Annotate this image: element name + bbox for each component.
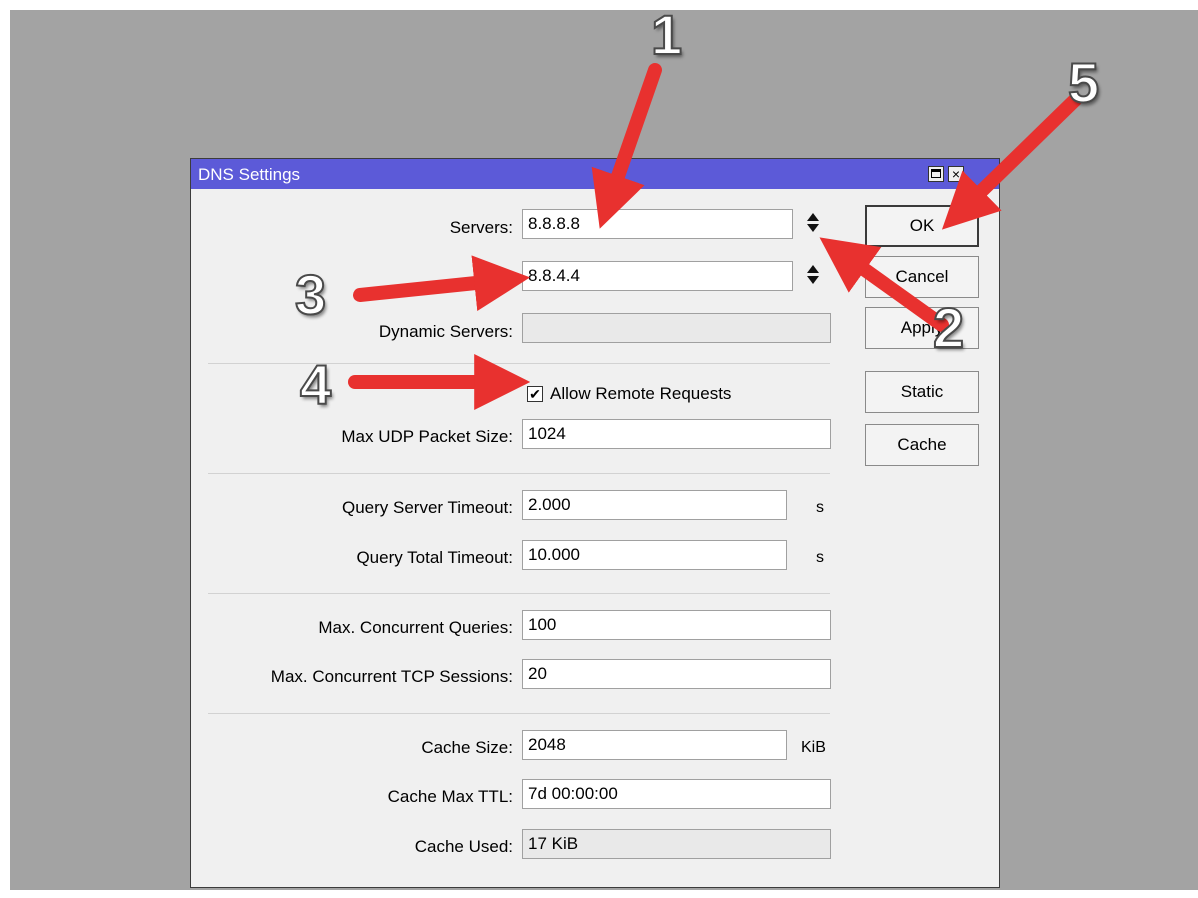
separator bbox=[208, 593, 830, 594]
cache-used-label: Cache Used: bbox=[414, 837, 513, 856]
labels-column: Servers: Dynamic Servers: Max UDP Packet… bbox=[191, 159, 513, 887]
separator bbox=[208, 473, 830, 474]
max-concurrent-tcp-sessions-field[interactable]: 20 bbox=[522, 659, 831, 689]
query-server-timeout-unit: s bbox=[816, 499, 824, 516]
server1-field[interactable]: 8.8.8.8 bbox=[522, 209, 793, 239]
query-total-timeout-label: Query Total Timeout: bbox=[356, 548, 513, 567]
cancel-button[interactable]: Cancel bbox=[865, 256, 979, 298]
cache-size-unit: KiB bbox=[801, 739, 826, 756]
max-udp-packet-size-label: Max UDP Packet Size: bbox=[341, 427, 513, 446]
close-icon[interactable]: × bbox=[948, 166, 964, 182]
query-total-timeout-field[interactable]: 10.000 bbox=[522, 540, 787, 570]
servers-label: Servers: bbox=[449, 218, 513, 237]
max-concurrent-tcp-sessions-label: Max. Concurrent TCP Sessions: bbox=[270, 667, 513, 686]
allow-remote-requests-checkbox[interactable]: ✔ bbox=[527, 386, 543, 402]
query-total-timeout-unit: s bbox=[816, 549, 824, 566]
ok-button[interactable]: OK bbox=[865, 205, 979, 247]
cache-used-field: 17 KiB bbox=[522, 829, 831, 859]
max-concurrent-queries-label: Max. Concurrent Queries: bbox=[318, 618, 513, 637]
annotation-number-4: 4 bbox=[299, 352, 332, 417]
max-concurrent-queries-field[interactable]: 100 bbox=[522, 610, 831, 640]
maximize-icon[interactable] bbox=[928, 166, 944, 182]
server1-updown-icon[interactable] bbox=[806, 211, 820, 237]
cache-size-label: Cache Size: bbox=[421, 738, 513, 757]
cache-max-ttl-label: Cache Max TTL: bbox=[387, 787, 513, 806]
query-server-timeout-field[interactable]: 2.000 bbox=[522, 490, 787, 520]
max-udp-packet-size-field[interactable]: 1024 bbox=[522, 419, 831, 449]
annotation-number-1: 1 bbox=[650, 2, 683, 67]
static-button[interactable]: Static bbox=[865, 371, 979, 413]
dynamic-servers-field bbox=[522, 313, 831, 343]
server2-updown-icon[interactable] bbox=[806, 263, 820, 289]
annotation-number-3: 3 bbox=[294, 262, 327, 327]
cache-button[interactable]: Cache bbox=[865, 424, 979, 466]
query-server-timeout-label: Query Server Timeout: bbox=[341, 498, 513, 517]
dynamic-servers-label: Dynamic Servers: bbox=[378, 322, 513, 341]
cache-max-ttl-field[interactable]: 7d 00:00:00 bbox=[522, 779, 831, 809]
allow-remote-requests-label[interactable]: Allow Remote Requests bbox=[550, 384, 731, 404]
annotation-number-2: 2 bbox=[932, 295, 965, 360]
server2-field[interactable]: 8.8.4.4 bbox=[522, 261, 793, 291]
separator bbox=[208, 713, 830, 714]
cache-size-field[interactable]: 2048 bbox=[522, 730, 787, 760]
annotation-number-5: 5 bbox=[1067, 50, 1100, 115]
